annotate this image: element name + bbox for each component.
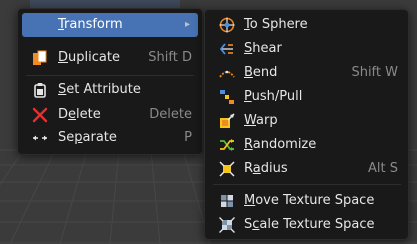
menu-item-label: Push/Pull xyxy=(244,89,303,104)
push-pull-icon xyxy=(220,90,234,104)
randomize-icon xyxy=(220,139,234,151)
bend-icon xyxy=(219,70,235,78)
shortcut-label: P xyxy=(184,130,192,145)
submenu-item-scale-texture-space[interactable]: Scale Texture Space xyxy=(210,213,404,237)
menu-separator xyxy=(26,75,194,76)
menu-item-delete[interactable]: Delete Delete xyxy=(22,103,198,127)
context-menu: Transform ▸ Duplicate Shift D Set Attrib… xyxy=(17,8,203,155)
submenu-item-push-pull[interactable]: Push/Pull xyxy=(210,85,404,109)
menu-item-duplicate[interactable]: Duplicate Shift D xyxy=(22,46,198,70)
shear-icon xyxy=(219,43,233,55)
menu-item-label: Duplicate xyxy=(58,50,120,65)
menu-item-set-attribute[interactable]: Set Attribute xyxy=(22,78,198,102)
duplicate-icon xyxy=(33,50,47,65)
radius-icon xyxy=(219,161,235,177)
menu-item-label: To Sphere xyxy=(244,17,308,32)
submenu-arrow-icon: ▸ xyxy=(184,19,190,30)
shortcut-label: Alt S xyxy=(368,161,398,176)
submenu-item-to-sphere[interactable]: To Sphere xyxy=(210,13,404,37)
menu-item-transform[interactable]: Transform ▸ xyxy=(22,13,198,37)
menu-item-label: Warp xyxy=(244,113,278,128)
submenu-item-bend[interactable]: Bend Shift W xyxy=(210,61,404,85)
set-attribute-icon xyxy=(34,83,46,98)
submenu-item-randomize[interactable]: Randomize xyxy=(210,133,404,157)
warp-icon xyxy=(220,113,235,128)
menu-item-label: Set Attribute xyxy=(58,82,141,97)
menu-item-label: Radius xyxy=(244,161,288,176)
menu-separator xyxy=(213,184,401,185)
shortcut-label: Shift W xyxy=(351,65,398,80)
menu-item-separate[interactable]: Separate P xyxy=(22,126,198,150)
menu-item-label: Delete xyxy=(58,107,101,122)
submenu-item-warp[interactable]: Warp xyxy=(210,109,404,133)
menu-item-label: Scale Texture Space xyxy=(244,217,375,232)
separate-arrows-icon xyxy=(33,135,47,141)
move-texture-space-icon xyxy=(219,193,235,209)
delete-x-icon xyxy=(32,107,48,123)
scale-texture-space-icon xyxy=(219,217,235,233)
submenu-item-radius[interactable]: Radius Alt S xyxy=(210,157,404,181)
menu-item-label: Move Texture Space xyxy=(244,193,375,208)
submenu-item-move-texture-space[interactable]: Move Texture Space xyxy=(210,189,404,213)
transform-submenu: To Sphere Shear Bend Shift W Push/Pull W… xyxy=(204,9,409,240)
submenu-item-shear[interactable]: Shear xyxy=(210,37,404,61)
menu-item-label: Transform xyxy=(58,17,123,32)
shortcut-label: Shift D xyxy=(148,50,192,65)
shortcut-label: Delete xyxy=(149,107,192,122)
menu-item-label: Shear xyxy=(244,41,282,56)
menu-item-label: Bend xyxy=(244,65,278,80)
menu-item-label: Separate xyxy=(58,130,117,145)
to-sphere-icon xyxy=(219,17,235,33)
menu-item-label: Randomize xyxy=(244,137,317,152)
